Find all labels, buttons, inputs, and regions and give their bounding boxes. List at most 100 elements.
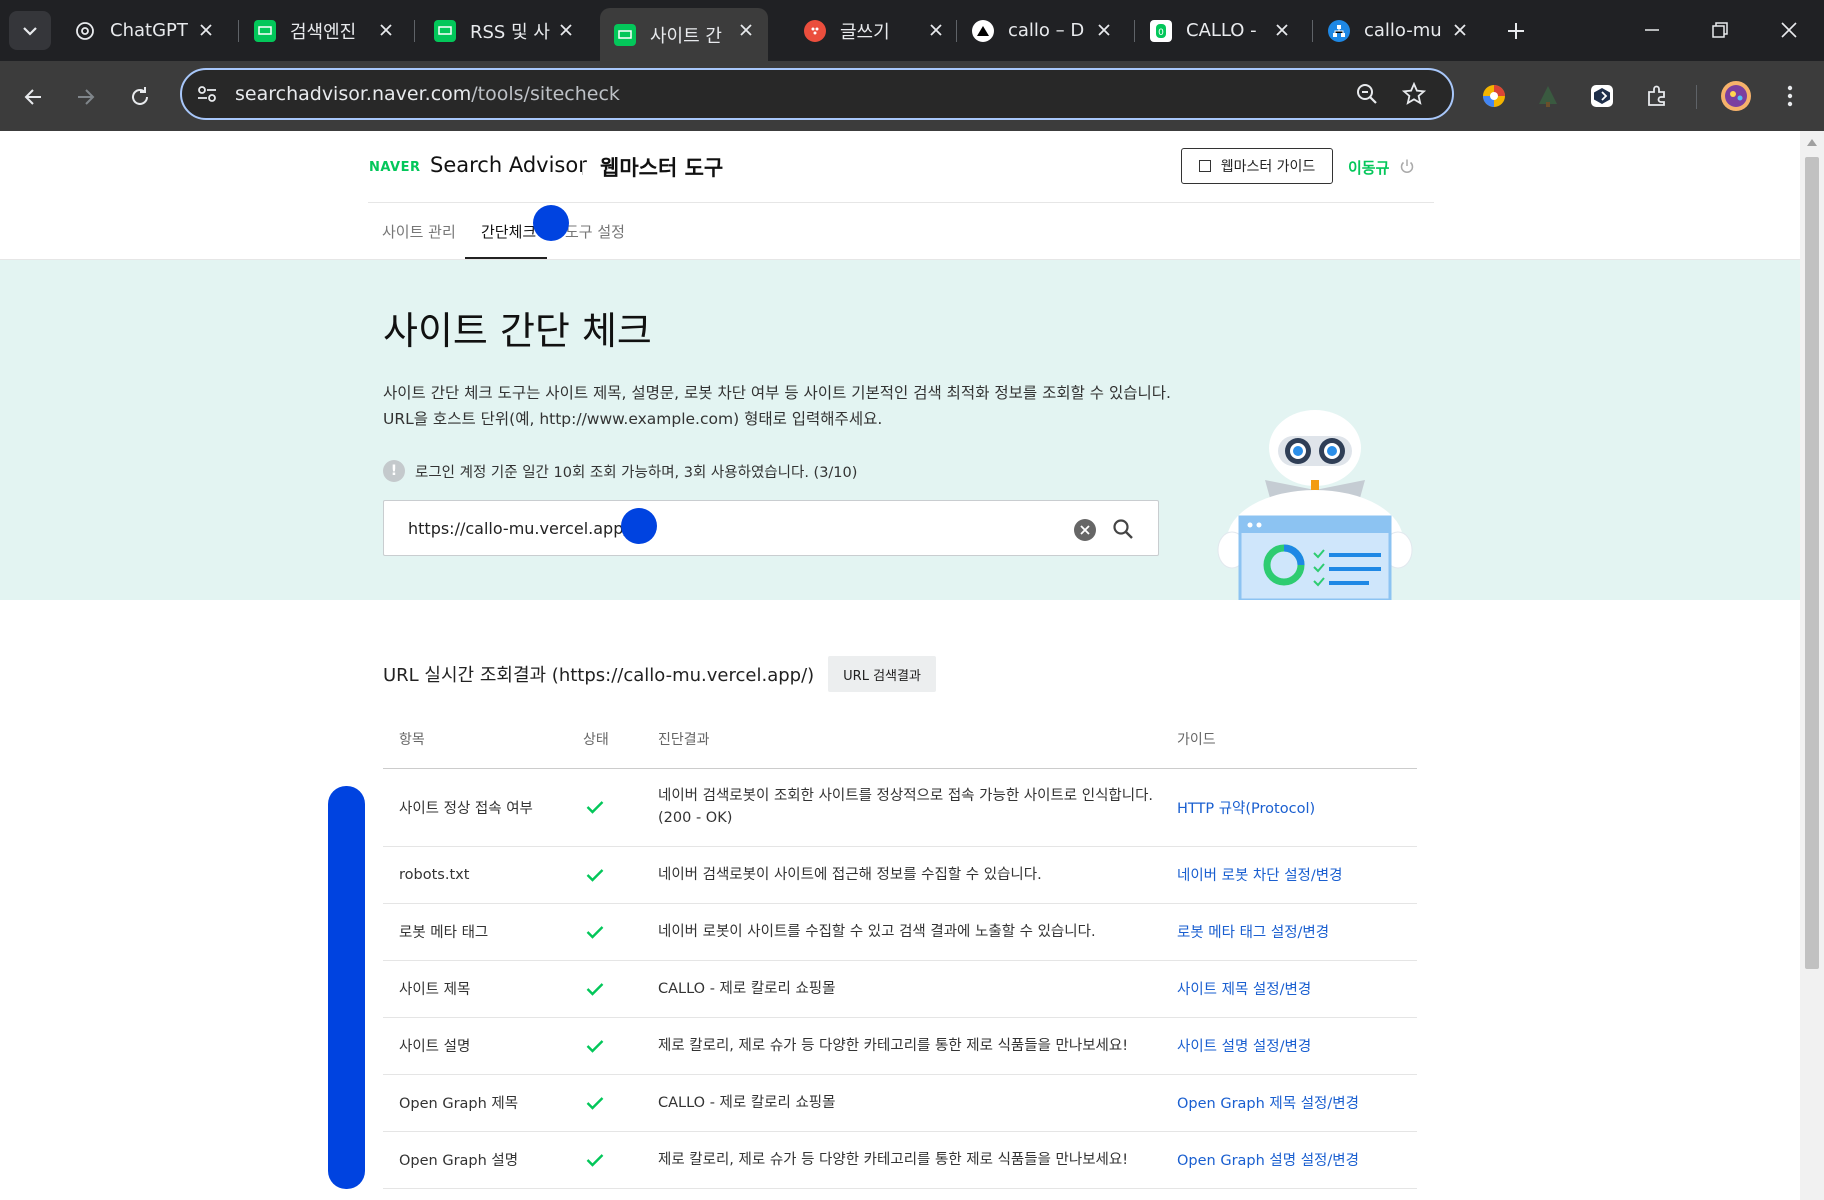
close-icon (1080, 525, 1090, 535)
page-content: NAVER Search Advisor 웹마스터 도구 웹마스터 가이드 이동… (0, 131, 1800, 1200)
tab-tool-settings[interactable]: 도구 설정 (565, 221, 625, 242)
close-icon (1781, 22, 1797, 38)
page-title: 사이트 간단 체크 (383, 309, 652, 353)
close-icon[interactable] (1450, 20, 1470, 40)
menu-button[interactable] (1772, 78, 1808, 114)
tistory-icon (804, 19, 826, 42)
close-window-button[interactable] (1766, 10, 1812, 50)
row-guide: HTTP 규약(Protocol) (1177, 768, 1417, 847)
row-item: 로봇 메타 태그 (383, 903, 583, 961)
naver-searchadvisor-icon (614, 23, 636, 46)
site-header: NAVER Search Advisor 웹마스터 도구 웹마스터 가이드 이동… (368, 131, 1434, 203)
restore-button[interactable] (1697, 10, 1743, 50)
user-name[interactable]: 이동규 (1348, 157, 1389, 178)
tab-search-button[interactable] (9, 11, 51, 50)
description-line: 사이트 간단 체크 도구는 사이트 제목, 설명문, 로봇 차단 여부 등 사이… (383, 384, 1171, 402)
naver-logo[interactable]: NAVER (369, 160, 421, 175)
browser-tab[interactable]: RSS 및 사 (420, 8, 588, 53)
check-icon (586, 982, 604, 996)
row-result-code: (200 - OK) (658, 810, 733, 826)
row-item: Open Graph 설명 (383, 1131, 583, 1189)
extensions-puzzle-icon[interactable] (1639, 78, 1675, 114)
search-icon[interactable] (1111, 517, 1135, 541)
star-icon[interactable] (1402, 82, 1426, 106)
extension-cursor-icon[interactable] (1584, 78, 1620, 114)
address-bar[interactable]: searchadvisor.naver.com/tools/sitecheck (180, 68, 1454, 120)
row-status (583, 768, 658, 847)
table-row: Open Graph 제목 CALLO - 제로 칼로리 쇼핑몰 Open Gr… (383, 1074, 1417, 1132)
row-guide: Open Graph 설명 설정/변경 (1177, 1131, 1417, 1189)
close-icon[interactable] (736, 20, 756, 40)
row-item: Open Graph 제목 (383, 1074, 583, 1132)
guide-link[interactable]: 로봇 메타 태그 설정/변경 (1177, 925, 1329, 941)
url-search-result-button[interactable]: URL 검색결과 (828, 656, 936, 692)
new-tab-button[interactable] (1499, 14, 1533, 48)
back-button[interactable] (13, 77, 53, 117)
hero-section: 사이트 간단 체크 사이트 간단 체크 도구는 사이트 제목, 설명문, 로봇 … (0, 260, 1800, 600)
row-item: 사이트 설명 (383, 1017, 583, 1075)
browser-tab[interactable]: 0 CALLO - (1136, 8, 1304, 53)
clear-input-button[interactable] (1074, 519, 1096, 541)
row-status (583, 1074, 658, 1132)
browser-tab-active[interactable]: 사이트 간 (600, 8, 768, 61)
guide-link[interactable]: 사이트 설명 설정/변경 (1177, 1039, 1311, 1055)
browser-tab[interactable]: 글쓰기 (790, 8, 958, 53)
row-guide: 사이트 설명 설정/변경 (1177, 1017, 1417, 1075)
guide-link[interactable]: 사이트 제목 설정/변경 (1177, 982, 1311, 998)
restore-icon (1712, 22, 1728, 38)
scrollbar-thumb[interactable] (1805, 157, 1819, 969)
row-result: CALLO - 제로 칼로리 쇼핑몰 (658, 960, 1177, 1018)
extension-color-icon[interactable] (1476, 78, 1512, 114)
tab-simple-check[interactable]: 간단체크 (481, 221, 536, 242)
annotation-marker-bar (328, 786, 365, 1189)
zoom-icon[interactable] (1356, 83, 1378, 105)
page-scrollbar[interactable] (1800, 131, 1824, 1200)
tool-title[interactable]: 웹마스터 도구 (600, 152, 723, 182)
brand-title[interactable]: Search Advisor (430, 153, 587, 177)
close-icon[interactable] (556, 20, 576, 40)
row-result: CALLO - 제로 칼로리 쇼핑몰 (658, 1074, 1177, 1132)
close-icon[interactable] (376, 20, 396, 40)
chatgpt-icon (74, 20, 96, 42)
close-icon[interactable] (1094, 20, 1114, 40)
extension-tree-icon[interactable] (1530, 78, 1566, 114)
browser-tab[interactable]: callo – D (958, 8, 1126, 53)
arrow-left-icon (24, 89, 41, 105)
logout-power-icon[interactable] (1399, 158, 1415, 174)
browser-tab[interactable]: ChatGPT (60, 8, 228, 53)
column-header: 항목 (383, 711, 583, 769)
guide-link[interactable]: Open Graph 설명 설정/변경 (1177, 1153, 1359, 1169)
close-icon[interactable] (926, 20, 946, 40)
guide-link[interactable]: Open Graph 제목 설정/변경 (1177, 1096, 1359, 1112)
browser-tab[interactable]: callo-mu (1314, 8, 1482, 53)
close-icon[interactable] (196, 20, 216, 40)
row-result: 네이버 검색로봇이 사이트에 접근해 정보를 수집할 수 있습니다. (658, 846, 1177, 904)
site-info-icon[interactable] (196, 83, 218, 105)
forward-button[interactable] (66, 77, 106, 117)
naver-searchadvisor-icon (434, 19, 456, 42)
scroll-up-icon[interactable] (1807, 139, 1817, 146)
divider (582, 161, 583, 175)
row-guide: 사이트 제목 설정/변경 (1177, 960, 1417, 1018)
guide-link[interactable]: 네이버 로봇 차단 설정/변경 (1177, 868, 1342, 884)
webmaster-guide-button[interactable]: 웹마스터 가이드 (1181, 148, 1333, 184)
robot-illustration (1217, 410, 1413, 600)
minimize-button[interactable] (1629, 10, 1675, 50)
guide-link[interactable]: HTTP 규약(Protocol) (1177, 801, 1315, 817)
reload-button[interactable] (120, 77, 160, 117)
column-header: 진단결과 (658, 711, 1177, 769)
address-url[interactable]: searchadvisor.naver.com/tools/sitecheck (235, 83, 620, 105)
browser-tab[interactable]: 검색엔진 (240, 8, 408, 53)
close-icon[interactable] (1272, 20, 1292, 40)
usage-notice-text: 로그인 계정 기준 일간 10회 조회 가능하며, 3회 사용하였습니다. (3… (415, 464, 858, 481)
row-guide: 네이버 로봇 차단 설정/변경 (1177, 846, 1417, 904)
url-search-box (383, 500, 1159, 556)
url-input[interactable] (406, 515, 1046, 541)
profile-avatar[interactable] (1718, 78, 1754, 114)
reload-icon (132, 87, 148, 105)
row-status (583, 1017, 658, 1075)
row-status (583, 903, 658, 961)
tab-site-management[interactable]: 사이트 관리 (382, 221, 456, 242)
row-result: 네이버 로봇이 사이트를 수집할 수 있고 검색 결과에 노출할 수 있습니다. (658, 903, 1177, 961)
row-item: 사이트 정상 접속 여부 (383, 768, 583, 847)
